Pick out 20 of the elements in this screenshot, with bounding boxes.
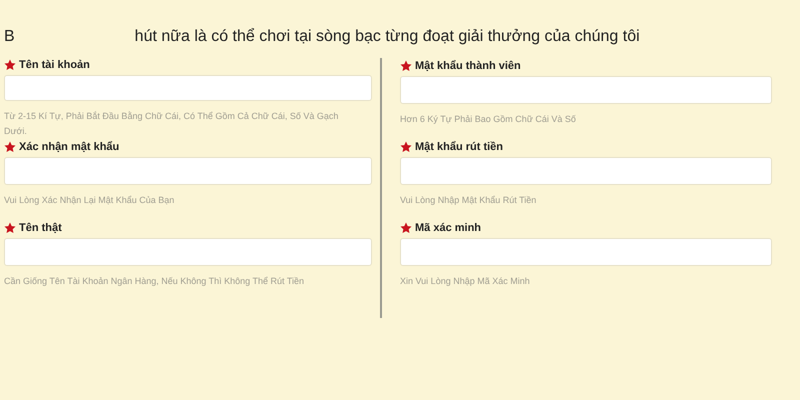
intro-text: hút nữa là có thể chơi tại sòng bạc từng đoạt giải thưởng của chúng tôi	[134, 28, 640, 47]
field-hint: Từ 2-15 Kí Tự, Phải Bắt Đầu Bằng Chữ Cái, Có Thể Gồm Cả Chữ Cái, Số Và Gạch Dưới.	[4, 110, 340, 138]
intro-text: B	[4, 28, 15, 47]
field-label: Mật khẩu rút tiền	[415, 141, 504, 153]
field-hint: Vui Lòng Xác Nhận Lại Mật Khẩu Của Bạn	[4, 194, 176, 207]
input-field[interactable]	[4, 74, 372, 101]
field-label: Xác nhận mật khẩu	[19, 141, 120, 153]
field-hint: Xin Vui Lòng Nhập Mã Xác Minh	[400, 275, 531, 288]
field-hint: Cần Giống Tên Tài Khoản Ngân Hàng, Nếu Không Thì Không Thể Rút Tiền	[4, 275, 306, 288]
input-field[interactable]	[400, 76, 772, 104]
field-hint: Hơn 6 Ký Tự Phải Bao Gồm Chữ Cái Và Số	[400, 113, 577, 126]
input-field[interactable]	[400, 157, 772, 185]
field-label: Mật khẩu thành viên	[415, 60, 521, 72]
field-label: Tên thật	[19, 222, 62, 234]
input-field[interactable]	[4, 157, 372, 185]
field-label: Tên tài khoản	[19, 59, 90, 72]
field-label: Mã xác minh	[415, 222, 482, 234]
input-field[interactable]	[400, 238, 772, 266]
field-hint: Vui Lòng Nhập Mật Khẩu Rút Tiền	[400, 194, 538, 207]
input-field[interactable]	[4, 238, 372, 266]
